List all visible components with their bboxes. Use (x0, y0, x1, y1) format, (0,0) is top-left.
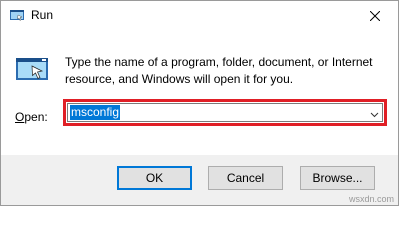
run-app-icon (9, 7, 25, 23)
window-title: Run (31, 8, 54, 22)
open-label: Open: (15, 110, 48, 124)
open-combobox[interactable]: msconfig (67, 103, 383, 122)
open-input-value[interactable]: msconfig (70, 105, 121, 120)
open-label-rest: pen: (24, 110, 48, 124)
cancel-button[interactable]: Cancel (208, 166, 283, 190)
title-bar: Run (1, 1, 398, 32)
browse-button[interactable]: Browse... (300, 166, 375, 190)
run-large-icon (15, 52, 49, 86)
button-bar: OK Cancel Browse... wsxdn.com (1, 155, 398, 205)
watermark-text: wsxdn.com (348, 194, 394, 204)
run-dialog: Run Type the name of a program, folder, … (0, 0, 399, 206)
description-text: Type the name of a program, folder, docu… (65, 55, 373, 86)
close-icon (369, 10, 381, 24)
chevron-down-icon[interactable] (370, 108, 379, 118)
open-label-accesskey: O (15, 110, 25, 124)
ok-button[interactable]: OK (117, 166, 192, 190)
dialog-body: Type the name of a program, folder, docu… (1, 32, 398, 155)
close-button[interactable] (352, 1, 398, 32)
